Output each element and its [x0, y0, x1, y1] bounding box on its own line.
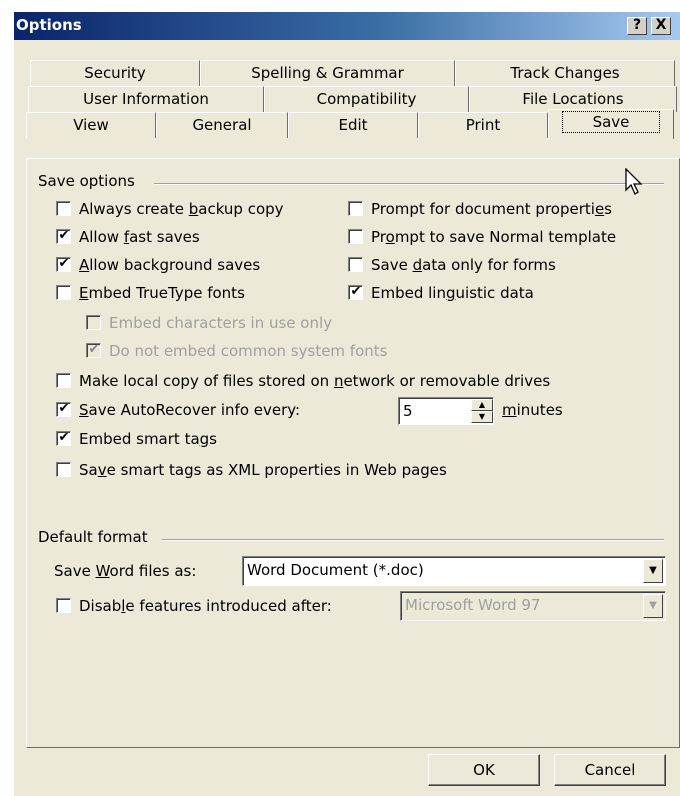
allow-fast-saves-checkbox[interactable]: ✔: [56, 227, 71, 244]
spin-up-icon[interactable]: ▲: [471, 399, 493, 411]
help-button[interactable]: ?: [627, 17, 647, 35]
embed-chars-in-use-checkbox: [86, 314, 101, 330]
disable-features-select: Microsoft Word 97 ▼: [400, 591, 666, 621]
save-format-select[interactable]: Word Document (*.doc) ▼: [242, 556, 666, 586]
ok-button[interactable]: OK: [428, 754, 540, 786]
tab-save-label: Save: [561, 111, 661, 133]
tab-general[interactable]: General: [156, 112, 288, 138]
title-bar[interactable]: Options ? X: [14, 12, 680, 40]
checkmark-icon: ✔: [58, 227, 70, 243]
save-options-divider: [154, 183, 664, 185]
tab-print[interactable]: Print: [418, 112, 548, 138]
dialog-title: Options: [16, 16, 82, 34]
allow-background-saves-option[interactable]: ✔ Allow background saves: [56, 254, 260, 276]
local-copy-checkbox[interactable]: [56, 372, 71, 388]
embed-linguistic-option[interactable]: ✔ Embed linguistic data: [348, 282, 534, 304]
disable-features-value: Microsoft Word 97: [405, 596, 541, 614]
embed-truetype-checkbox[interactable]: [56, 284, 71, 300]
prompt-normal-template-checkbox[interactable]: [348, 228, 363, 244]
embed-smart-tags-option[interactable]: ✔ Embed smart tags: [56, 428, 217, 450]
tab-save[interactable]: Save: [548, 109, 674, 139]
spin-down-icon[interactable]: ▼: [471, 411, 493, 423]
local-copy-option[interactable]: Make local copy of files stored on netwo…: [56, 370, 550, 392]
checkmark-icon: ✔: [58, 429, 70, 445]
embed-truetype-option[interactable]: Embed TrueType fonts: [56, 282, 245, 304]
tab-edit[interactable]: Edit: [288, 112, 418, 138]
save-word-files-label: Save Word files as:: [54, 562, 197, 580]
minutes-label: minutes: [502, 401, 563, 419]
tab-spelling-grammar[interactable]: Spelling & Grammar: [200, 60, 455, 86]
autorecover-minutes-value[interactable]: 5: [403, 399, 413, 423]
always-backup-checkbox[interactable]: [56, 200, 71, 216]
save-options-group-label: Save options: [38, 172, 141, 190]
autorecover-option[interactable]: ✔ Save AutoRecover info every:: [56, 399, 300, 421]
prompt-doc-properties-option[interactable]: Prompt for document properties: [348, 198, 612, 220]
always-backup-option[interactable]: Always create backup copy: [56, 198, 284, 220]
save-data-forms-checkbox[interactable]: [348, 256, 363, 272]
cancel-button[interactable]: Cancel: [554, 754, 666, 786]
default-format-group-label: Default format: [38, 528, 154, 546]
embed-smart-tags-checkbox[interactable]: ✔: [56, 429, 71, 446]
mouse-pointer-icon: [625, 168, 643, 195]
tab-view[interactable]: View: [26, 112, 156, 138]
save-data-forms-option[interactable]: Save data only for forms: [348, 254, 556, 276]
embed-linguistic-checkbox[interactable]: ✔: [348, 283, 363, 300]
default-format-divider: [162, 539, 664, 541]
disable-features-option[interactable]: Disable features introduced after:: [56, 595, 332, 617]
no-common-system-fonts-checkbox: ✔: [86, 341, 101, 358]
autorecover-checkbox[interactable]: ✔: [56, 400, 71, 417]
checkmark-icon: ✔: [88, 341, 100, 357]
tab-compatibility[interactable]: Compatibility: [264, 86, 469, 112]
checkmark-icon: ✔: [58, 255, 70, 271]
autorecover-minutes-stepper[interactable]: 5 ▲ ▼: [398, 397, 494, 425]
checkmark-icon: ✔: [350, 283, 362, 299]
tab-security[interactable]: Security: [30, 60, 200, 86]
save-format-value: Word Document (*.doc): [247, 561, 424, 579]
prompt-doc-properties-checkbox[interactable]: [348, 200, 363, 216]
no-common-system-fonts-option: ✔ Do not embed common system fonts: [86, 340, 387, 362]
dropdown-arrow-icon: ▼: [643, 594, 663, 618]
allow-background-saves-checkbox[interactable]: ✔: [56, 255, 71, 272]
tab-track-changes[interactable]: Track Changes: [455, 60, 675, 86]
smart-tags-xml-checkbox[interactable]: [56, 461, 71, 477]
close-button[interactable]: X: [651, 17, 671, 35]
prompt-normal-template-option[interactable]: Prompt to save Normal template: [348, 226, 616, 248]
checkmark-icon: ✔: [58, 400, 70, 416]
smart-tags-xml-option[interactable]: Save smart tags as XML properties in Web…: [56, 459, 447, 481]
allow-fast-saves-option[interactable]: ✔ Allow fast saves: [56, 226, 200, 248]
disable-features-checkbox[interactable]: [56, 597, 71, 613]
options-dialog: Options ? X Security Spelling & Grammar …: [14, 12, 680, 796]
dropdown-arrow-icon[interactable]: ▼: [643, 559, 663, 583]
embed-chars-in-use-option: Embed characters in use only: [86, 312, 332, 334]
tab-user-information[interactable]: User Information: [28, 86, 264, 112]
